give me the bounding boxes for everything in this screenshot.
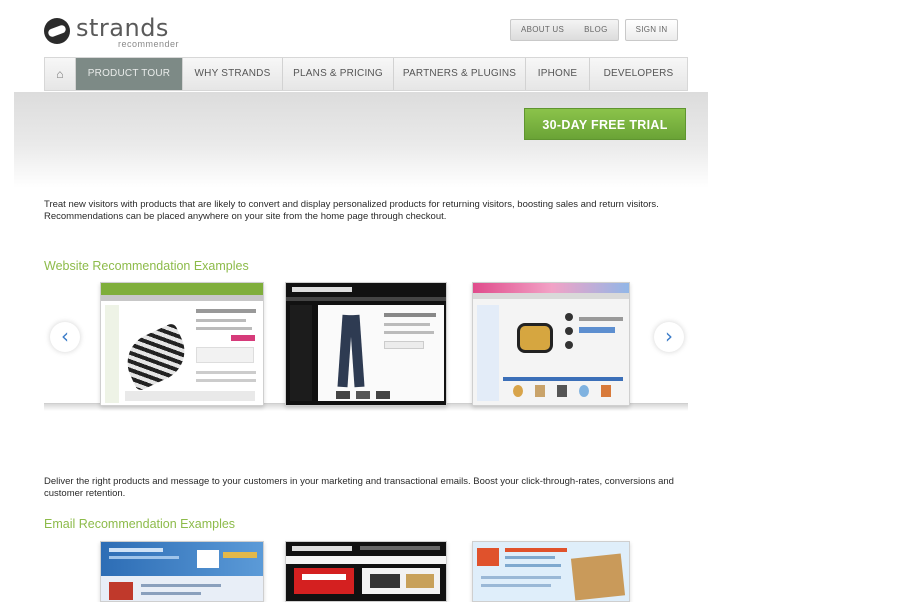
main-nav: ⌂ PRODUCT TOUR WHY STRANDS PLANS & PRICI…: [44, 57, 688, 91]
email-examples-heading: Email Recommendation Examples: [44, 517, 236, 531]
blog-link[interactable]: BLOG: [574, 20, 617, 40]
email-example-thumbnail[interactable]: [285, 541, 447, 602]
website-intro-text: Treat new visitors with products that ar…: [44, 199, 659, 222]
email-intro-text: Deliver the right products and message t…: [44, 476, 674, 499]
carousel-next-icon[interactable]: ›: [654, 322, 684, 352]
strands-logo-icon: [44, 18, 70, 44]
website-example-thumbnail[interactable]: [472, 282, 630, 406]
logo-subtitle: recommender: [118, 39, 180, 49]
page: strands recommender ABOUT US BLOG SIGN I…: [0, 0, 912, 602]
sign-in-label: SIGN IN: [635, 25, 668, 34]
free-trial-button[interactable]: 30-DAY FREE TRIAL: [524, 108, 686, 140]
logo-wordmark: strands: [76, 14, 169, 42]
nav-item-iphone[interactable]: IPHONE: [526, 58, 590, 90]
nav-item-developers[interactable]: DEVELOPERS: [590, 58, 687, 90]
top-links: ABOUT US BLOG SIGN IN: [510, 19, 679, 41]
strands-logo[interactable]: strands recommender: [44, 14, 184, 50]
nav-item-product-tour[interactable]: PRODUCT TOUR: [76, 58, 183, 90]
website-examples-heading: Website Recommendation Examples: [44, 259, 249, 273]
email-example-thumbnail[interactable]: [100, 541, 264, 602]
email-example-thumbnail[interactable]: [472, 541, 630, 602]
carousel-prev-icon[interactable]: ‹: [50, 322, 80, 352]
sign-in-button[interactable]: SIGN IN: [624, 19, 679, 41]
website-example-thumbnail[interactable]: [285, 282, 447, 406]
top-links-group: ABOUT US BLOG: [510, 19, 619, 41]
nav-item-why-strands[interactable]: WHY STRANDS: [183, 58, 283, 90]
nav-item-plans-pricing[interactable]: PLANS & PRICING: [283, 58, 394, 90]
about-us-link[interactable]: ABOUT US: [511, 20, 574, 40]
nav-item-partners-plugins[interactable]: PARTNERS & PLUGINS: [394, 58, 526, 90]
nav-home-icon[interactable]: ⌂: [45, 58, 76, 90]
website-example-thumbnail[interactable]: [100, 282, 264, 406]
